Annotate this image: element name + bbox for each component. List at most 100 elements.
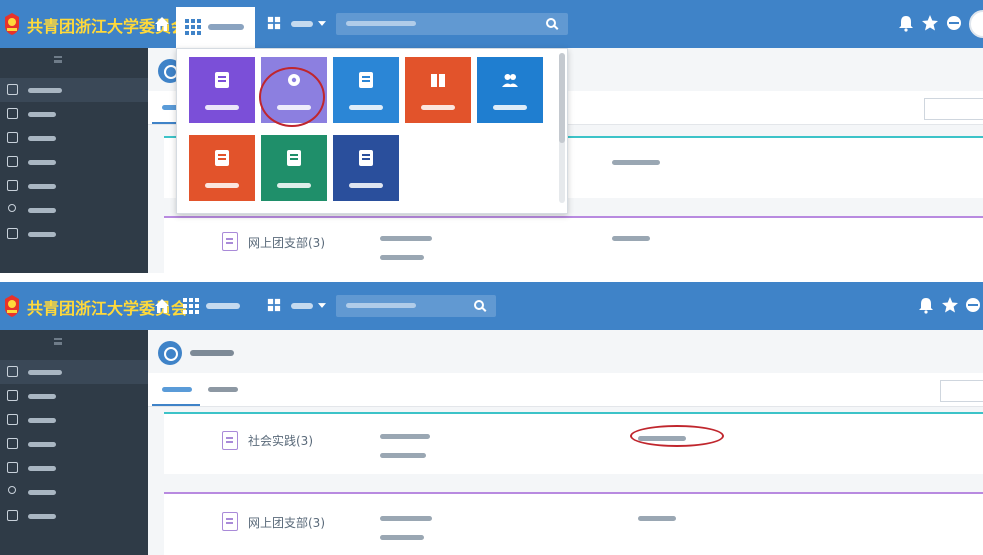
search-placeholder <box>346 21 416 26</box>
sidebar-item-todo[interactable] <box>0 102 148 126</box>
app-tile-3[interactable] <box>333 57 399 123</box>
sidebar-item-label <box>28 394 56 399</box>
chevron-down-icon[interactable] <box>318 303 326 308</box>
sidebar-item-print[interactable] <box>0 456 148 480</box>
nav-tab-apps[interactable] <box>176 4 255 48</box>
section-link[interactable] <box>380 535 424 540</box>
document-icon <box>359 72 373 88</box>
nav-tab-apps-label <box>208 24 244 30</box>
main-content: 社会实践(3) 网上团支部(3) <box>148 330 983 555</box>
home-icon[interactable] <box>154 16 170 32</box>
globe-icon[interactable] <box>945 14 963 32</box>
section-title[interactable]: 网上团支部(3) <box>248 514 325 531</box>
todo-icon <box>7 108 18 119</box>
print-icon <box>7 462 18 473</box>
tab-favorites[interactable] <box>208 387 238 392</box>
document-icon <box>222 232 238 251</box>
grid-icon[interactable] <box>182 297 200 315</box>
app-tile-4[interactable] <box>405 57 471 123</box>
filter-input[interactable] <box>940 380 983 402</box>
section-link[interactable] <box>380 255 424 260</box>
todo-icon <box>7 390 18 401</box>
highlight-circle <box>259 67 325 127</box>
app-tile-7[interactable] <box>261 135 327 201</box>
users-icon <box>502 74 518 87</box>
section-right-link[interactable] <box>638 516 676 521</box>
sidebar-item-new-process[interactable] <box>0 360 148 384</box>
sidebar-item-search[interactable] <box>0 480 148 504</box>
star-icon[interactable] <box>941 296 959 314</box>
section-link[interactable] <box>380 516 432 521</box>
filter-input[interactable] <box>924 98 983 120</box>
document-icon <box>287 150 301 166</box>
app-tile-6[interactable] <box>189 135 255 201</box>
section-title[interactable]: 网上团支部(3) <box>248 234 325 251</box>
new-process-icon <box>7 84 18 95</box>
section-link[interactable] <box>380 236 432 241</box>
search-input[interactable] <box>336 13 568 35</box>
highlight-oval <box>630 425 724 447</box>
section-title[interactable]: 社会实践(3) <box>248 432 313 449</box>
search-input[interactable] <box>336 295 496 317</box>
copy-icon <box>7 228 18 239</box>
nav-unit-label[interactable] <box>291 303 313 309</box>
sidebar-item-label <box>28 232 56 237</box>
section-divider <box>164 216 983 218</box>
search-icon[interactable] <box>546 18 556 28</box>
sidebar-item-my-request[interactable] <box>0 432 148 456</box>
document-icon <box>359 150 373 166</box>
globe-icon[interactable] <box>964 296 982 314</box>
book-icon <box>431 74 445 87</box>
bell-icon[interactable] <box>897 14 915 32</box>
process-icon <box>158 341 182 365</box>
scrollbar-thumb[interactable] <box>559 53 565 143</box>
sidebar-item-search[interactable] <box>0 198 148 222</box>
search-icon <box>8 486 16 494</box>
sidebar-item-label <box>28 88 62 93</box>
document-icon <box>222 512 238 531</box>
section-divider <box>164 412 983 414</box>
sidebar-item-todo[interactable] <box>0 384 148 408</box>
app-tile-5[interactable] <box>477 57 543 123</box>
nav-apps-label[interactable] <box>206 303 240 309</box>
sidebar-item-label <box>28 466 56 471</box>
unit-icon[interactable] <box>267 16 281 30</box>
top-header-bar: 共青团浙江大学委员会 <box>0 0 983 48</box>
top-header-bar: 共青团浙江大学委员会 <box>0 282 983 330</box>
app-tile-label <box>277 183 311 188</box>
print-icon <box>7 180 18 191</box>
sidebar <box>0 330 148 555</box>
home-icon[interactable] <box>154 298 170 314</box>
sidebar-item-label <box>28 184 56 189</box>
search-icon[interactable] <box>474 300 484 310</box>
sidebar-item-done[interactable] <box>0 126 148 150</box>
bell-icon[interactable] <box>917 296 935 314</box>
app-tile-8[interactable] <box>333 135 399 201</box>
star-icon[interactable] <box>921 14 939 32</box>
sidebar-item-new-process[interactable] <box>0 78 148 102</box>
app-tile-1[interactable] <box>189 57 255 123</box>
nav-unit-label[interactable] <box>291 21 313 27</box>
section-right-link[interactable] <box>612 160 660 165</box>
section-link[interactable] <box>380 453 426 458</box>
sidebar-item-label <box>28 112 56 117</box>
my-request-icon <box>7 156 18 167</box>
my-request-icon <box>7 438 18 449</box>
section-link[interactable] <box>380 434 430 439</box>
unit-icon[interactable] <box>267 298 281 312</box>
sidebar-item-copy[interactable] <box>0 504 148 528</box>
avatar[interactable] <box>969 10 983 38</box>
tab-all[interactable] <box>162 387 192 392</box>
menu-toggle-icon[interactable] <box>54 56 62 63</box>
sidebar-item-copy[interactable] <box>0 222 148 246</box>
section-right-link[interactable] <box>612 236 650 241</box>
sidebar-item-my-request[interactable] <box>0 150 148 174</box>
dropdown-scrollbar[interactable] <box>559 53 565 203</box>
menu-toggle-icon[interactable] <box>54 338 62 345</box>
section-social-practice: 社会实践(3) <box>164 412 983 474</box>
sidebar-item-done[interactable] <box>0 408 148 432</box>
done-icon <box>7 414 18 425</box>
sidebar-item-print[interactable] <box>0 174 148 198</box>
grid-icon <box>184 18 202 36</box>
chevron-down-icon[interactable] <box>318 21 326 26</box>
